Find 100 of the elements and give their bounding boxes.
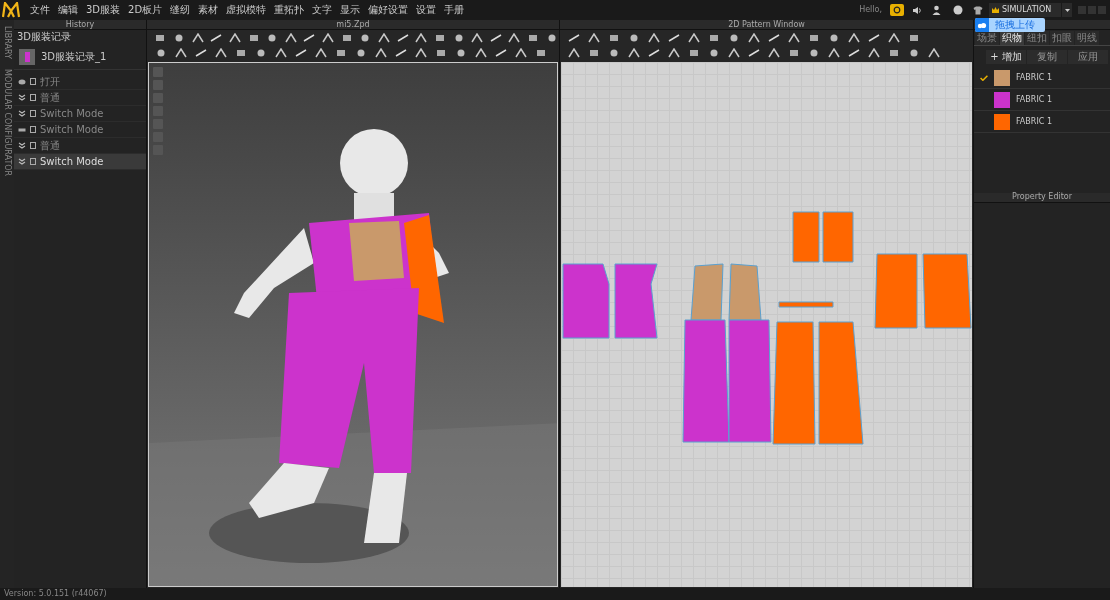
tool-button[interactable] [273, 46, 289, 60]
tool-button[interactable] [566, 31, 582, 45]
browser-button[interactable]: + 增加 [986, 49, 1026, 64]
tool-button[interactable] [213, 46, 229, 60]
tool-button[interactable] [395, 31, 410, 45]
tool-button[interactable] [826, 46, 842, 60]
tool-button[interactable] [393, 46, 409, 60]
page-icon [30, 110, 36, 117]
square-icon [235, 48, 247, 58]
fabric-row[interactable]: FABRIC 1 [974, 111, 1110, 133]
tool-button[interactable] [646, 46, 662, 60]
tool-button[interactable] [208, 31, 224, 45]
tool-button[interactable] [866, 31, 882, 45]
square-icon [888, 48, 900, 58]
chevrons-icon [18, 94, 26, 101]
menu-item[interactable]: 编辑 [54, 5, 82, 15]
square-icon [608, 33, 620, 43]
speaker-icon[interactable] [912, 5, 922, 15]
shirt-icon[interactable] [973, 5, 983, 15]
tool-button[interactable] [173, 46, 189, 60]
tool-button[interactable] [646, 31, 662, 45]
browser-button[interactable]: 应用 [1068, 49, 1108, 64]
square-icon [588, 48, 600, 58]
tool-button[interactable] [313, 46, 329, 60]
tool-button[interactable] [766, 31, 782, 45]
side-tab[interactable]: LIBRARY [3, 26, 11, 59]
tool-button[interactable] [626, 46, 642, 60]
tool-button[interactable] [866, 46, 882, 60]
tool-button[interactable] [666, 46, 682, 60]
tool-button[interactable] [293, 46, 309, 60]
menu-item[interactable]: 偏好设置 [364, 5, 413, 15]
history-item[interactable]: 打开 [14, 74, 146, 90]
tool-button[interactable] [488, 31, 504, 45]
menu-item[interactable]: 3D服装 [82, 5, 125, 15]
tool-button[interactable] [320, 31, 336, 45]
tool-button[interactable] [666, 31, 682, 45]
tool-button[interactable] [193, 46, 209, 60]
tool-button[interactable] [373, 46, 389, 60]
square-icon [433, 33, 446, 43]
fabric-row[interactable]: FABRIC 1 [974, 67, 1110, 90]
history-item[interactable]: Switch Mode [14, 154, 146, 170]
dropdown-button[interactable] [1062, 3, 1072, 17]
tool-button[interactable] [413, 31, 429, 45]
menu-item[interactable]: 素材 [194, 5, 223, 15]
tool-button[interactable] [302, 31, 317, 45]
menu-item[interactable]: 重拓扑 [270, 5, 309, 15]
browser-button[interactable]: 复制 [1027, 49, 1067, 64]
page-icon [30, 126, 36, 133]
tool-button[interactable] [686, 31, 702, 45]
tool-button[interactable] [786, 31, 802, 45]
tool-button[interactable] [513, 46, 529, 60]
browser-tab[interactable]: 扣眼 [1050, 30, 1074, 45]
tool-button[interactable] [846, 46, 862, 60]
tool-button[interactable] [473, 46, 489, 60]
tool-button[interactable] [190, 31, 205, 45]
tool-button[interactable] [507, 31, 522, 45]
greeting-text: Hello, [859, 4, 882, 16]
tool-button[interactable] [586, 31, 602, 45]
fabric-name: FABRIC 1 [1016, 74, 1052, 83]
menu-item[interactable]: 设置 [412, 5, 441, 15]
line-icon [495, 48, 507, 58]
tool-button[interactable] [726, 46, 742, 60]
fabric-row[interactable]: FABRIC 1 [974, 89, 1110, 112]
page-icon [30, 158, 36, 165]
tool-button[interactable] [746, 46, 762, 60]
tool-button[interactable] [376, 31, 392, 45]
tool-button[interactable] [766, 46, 782, 60]
tool-button[interactable] [926, 46, 942, 60]
side-tab[interactable]: MODULAR CONFIGURATOR [3, 68, 11, 177]
snapshot-thumbnail[interactable] [19, 48, 35, 65]
tool-button[interactable] [566, 46, 582, 60]
history-item[interactable]: 普通 [14, 90, 146, 106]
menu-item[interactable]: 显示 [336, 5, 365, 15]
tool-button[interactable] [283, 31, 299, 45]
menu-item[interactable]: 文件 [26, 5, 54, 15]
tool-button[interactable] [413, 46, 429, 60]
menu-item[interactable]: 缝纫 [166, 5, 195, 15]
history-item[interactable]: Switch Mode [14, 122, 146, 138]
square-icon [340, 33, 353, 43]
help-icon[interactable] [953, 5, 963, 15]
history-label: Switch Mode [40, 108, 104, 119]
user-icon[interactable] [932, 5, 941, 15]
page-icon [30, 94, 36, 101]
fabric-name: FABRIC 1 [1016, 117, 1052, 126]
version-text: Version: 5.0.151 (r44067) [4, 590, 107, 598]
menu-item[interactable]: 2D板片 [124, 5, 167, 15]
history-item[interactable]: Switch Mode [14, 106, 146, 122]
square-icon [527, 33, 540, 43]
tool-button[interactable] [746, 31, 762, 45]
page-icon [30, 142, 36, 149]
menu-item[interactable]: 虚拟模特 [222, 5, 271, 15]
sync-button[interactable] [890, 4, 904, 16]
tool-button[interactable] [493, 46, 509, 60]
browser-tab[interactable]: 明线 [1075, 30, 1099, 45]
menu-item[interactable]: 手册 [440, 5, 469, 15]
menu-item[interactable]: 文字 [308, 5, 337, 15]
tool-button[interactable] [469, 31, 485, 45]
tool-button[interactable] [227, 31, 243, 45]
tool-button[interactable] [846, 31, 862, 45]
tool-button[interactable] [886, 31, 902, 45]
